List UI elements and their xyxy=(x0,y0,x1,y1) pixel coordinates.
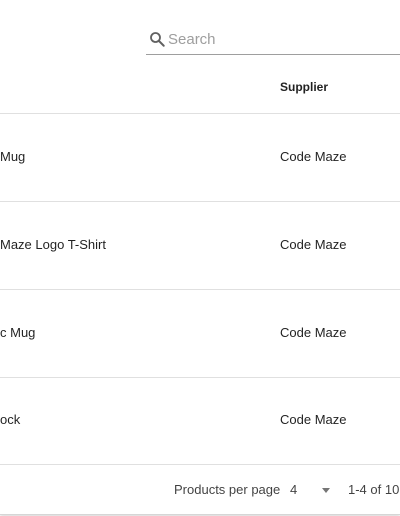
table-row[interactable]: Maze Logo T-Shirt Code Maze xyxy=(0,202,400,290)
table-row[interactable]: ock Code Maze xyxy=(0,377,400,465)
supplier-cell: Code Maze xyxy=(280,412,347,427)
search-input[interactable] xyxy=(168,28,398,50)
table-header-row: Supplier xyxy=(0,64,400,114)
column-header-supplier[interactable]: Supplier xyxy=(280,80,328,94)
per-page-select[interactable]: 4 xyxy=(290,482,297,497)
caret-down-icon[interactable] xyxy=(322,488,330,493)
table-row[interactable]: c Mug Code Maze xyxy=(0,290,400,378)
supplier-cell: Code Maze xyxy=(280,149,347,164)
per-page-label: Products per page xyxy=(174,482,281,497)
product-table-card: Supplier Mug Code Maze Maze Logo T-Shirt… xyxy=(0,0,400,515)
paginator: Products per page 4 1-4 of 10 xyxy=(0,465,400,513)
table-row[interactable]: Mug Code Maze xyxy=(0,114,400,202)
search-field[interactable] xyxy=(146,26,400,55)
search-icon xyxy=(150,32,165,47)
page-range-label: 1-4 of 10 xyxy=(348,482,400,497)
product-name-cell: Mug xyxy=(0,149,26,164)
product-name-cell: ock xyxy=(0,412,21,427)
supplier-cell: Code Maze xyxy=(280,237,347,252)
supplier-cell: Code Maze xyxy=(280,325,347,340)
product-name-cell: Maze Logo T-Shirt xyxy=(0,237,106,252)
product-name-cell: c Mug xyxy=(0,325,36,340)
